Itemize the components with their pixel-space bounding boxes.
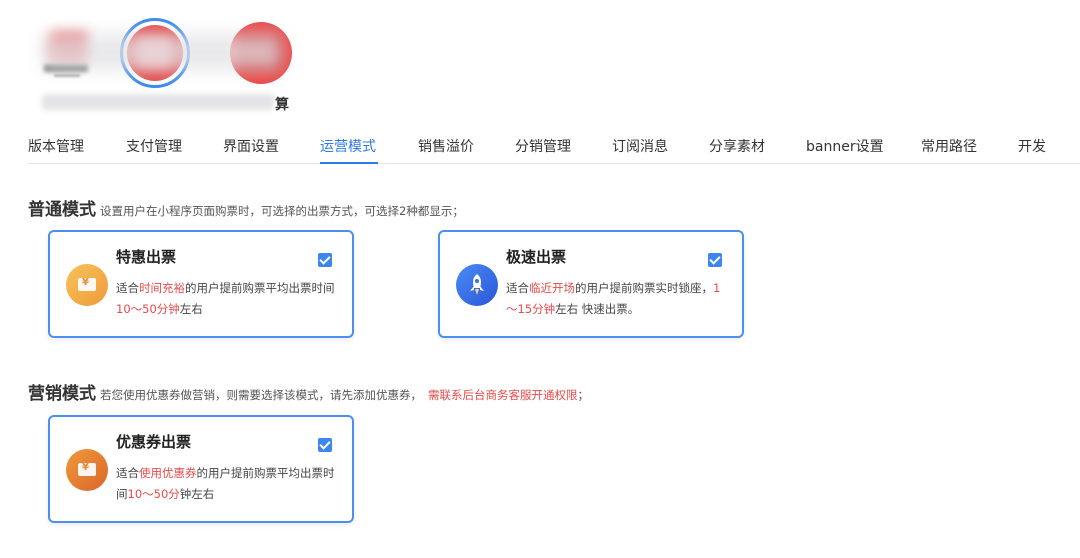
card-discount-ticket[interactable]: 特惠出票 适合时间充裕的用户提前购票平均出票时间10～50分钟左右 bbox=[48, 230, 354, 338]
active-tab-indicator bbox=[320, 162, 378, 164]
card-title: 优惠券出票 bbox=[116, 433, 192, 451]
normal-mode-title: 普通模式 bbox=[28, 200, 96, 220]
coupon-ticket-icon bbox=[66, 449, 108, 491]
ticket-icon bbox=[66, 264, 108, 306]
normal-mode-heading: 普通模式 设置用户在小程序页面购票时，可选择的出票方式，可选择2种都显示； bbox=[28, 195, 464, 220]
tab-sales-premium[interactable]: 销售溢价 bbox=[418, 136, 474, 156]
checkbox-checked[interactable] bbox=[318, 253, 332, 267]
card-title: 特惠出票 bbox=[116, 248, 177, 266]
card-desc: 适合使用优惠券的用户提前购票平均出票时间10～50分钟左右 bbox=[116, 466, 335, 501]
marketing-mode-heading: 营销模式 若您使用优惠券做营销，则需要选择该模式，请先添加优惠券， 需联系后台商务客… bbox=[28, 379, 589, 404]
account-name-tail: 算 bbox=[275, 97, 289, 113]
tab-subscription-msg[interactable]: 订阅消息 bbox=[612, 136, 668, 156]
marketing-mode-title: 营销模式 bbox=[28, 384, 96, 404]
tab-operation-mode[interactable]: 运营模式 bbox=[320, 136, 376, 156]
tab-ui-settings[interactable]: 界面设置 bbox=[223, 136, 279, 156]
tab-distribution[interactable]: 分销管理 bbox=[515, 136, 571, 156]
checkbox-checked[interactable] bbox=[318, 438, 332, 452]
normal-mode-desc: 设置用户在小程序页面购票时，可选择的出票方式，可选择2种都显示； bbox=[100, 204, 464, 218]
card-desc: 适合临近开场的用户提前购票实时锁座，1～15分钟左右 快速出票。 bbox=[506, 281, 721, 316]
marketing-mode-desc: 若您使用优惠券做营销，则需要选择该模式，请先添加优惠券， 需联系后台商务客服开通权… bbox=[100, 388, 589, 402]
card-title: 极速出票 bbox=[506, 248, 567, 266]
card-fast-ticket[interactable]: 极速出票 适合临近开场的用户提前购票实时锁座，1～15分钟左右 快速出票。 bbox=[438, 230, 744, 338]
rocket-icon bbox=[456, 264, 498, 306]
blurred-header-overlay bbox=[42, 34, 282, 70]
tab-payment[interactable]: 支付管理 bbox=[126, 136, 182, 156]
blurred-account-name bbox=[42, 94, 274, 110]
tab-banner-settings[interactable]: banner设置 bbox=[806, 136, 884, 156]
contact-permission-note: 需联系后台商务客服开通权限 bbox=[428, 388, 578, 402]
tab-develop[interactable]: 开发 bbox=[1018, 136, 1046, 156]
settings-tabs: 版本管理 支付管理 界面设置 运营模式 销售溢价 分销管理 订阅消息 分享素材 … bbox=[28, 128, 1080, 164]
tab-version[interactable]: 版本管理 bbox=[28, 136, 84, 156]
card-desc: 适合时间充裕的用户提前购票平均出票时间10～50分钟左右 bbox=[116, 281, 335, 316]
tab-common-paths[interactable]: 常用路径 bbox=[921, 136, 977, 156]
tab-share-material[interactable]: 分享素材 bbox=[709, 136, 765, 156]
card-coupon-ticket[interactable]: 优惠券出票 适合使用优惠券的用户提前购票平均出票时间10～50分钟左右 bbox=[48, 415, 354, 523]
checkbox-checked[interactable] bbox=[708, 253, 722, 267]
